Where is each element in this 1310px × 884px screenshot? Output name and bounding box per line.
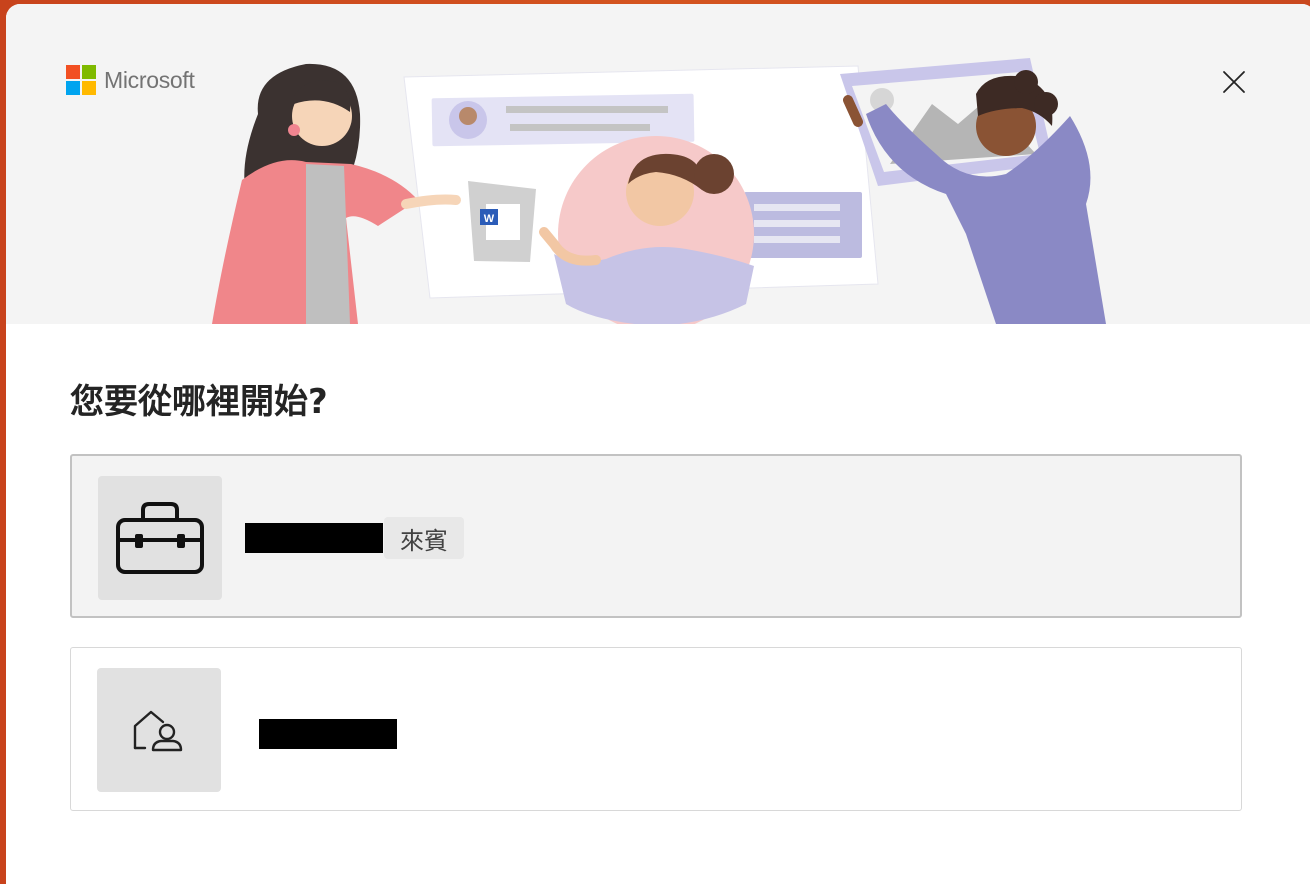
account-option-work[interactable]: 來賓 [70, 454, 1242, 618]
account-name-redacted [245, 523, 383, 553]
logo-square-green [82, 65, 96, 79]
close-button[interactable] [1218, 66, 1250, 98]
microsoft-logo-icon [66, 65, 96, 95]
account-icon-tile [97, 668, 221, 792]
logo-square-blue [66, 81, 80, 95]
logo-square-yellow [82, 81, 96, 95]
microsoft-logo: Microsoft [66, 65, 195, 95]
logo-square-red [66, 65, 80, 79]
account-option-personal[interactable] [70, 647, 1242, 811]
sign-in-dialog: W Microsoft 您要從哪裡開始? 來賓 [6, 4, 1310, 884]
hero-illustration: W Microsoft [6, 4, 1310, 324]
guest-badge: 來賓 [384, 517, 464, 559]
briefcase-icon [116, 502, 204, 574]
page-title: 您要從哪裡開始? [70, 382, 328, 422]
svg-text:W: W [484, 213, 495, 225]
collaboration-illustration: W [212, 58, 1106, 324]
brand-name: Microsoft [104, 66, 195, 93]
account-name-redacted [259, 719, 397, 749]
home-person-icon [133, 710, 183, 752]
account-icon-tile [98, 476, 222, 600]
close-icon[interactable] [1222, 70, 1246, 94]
